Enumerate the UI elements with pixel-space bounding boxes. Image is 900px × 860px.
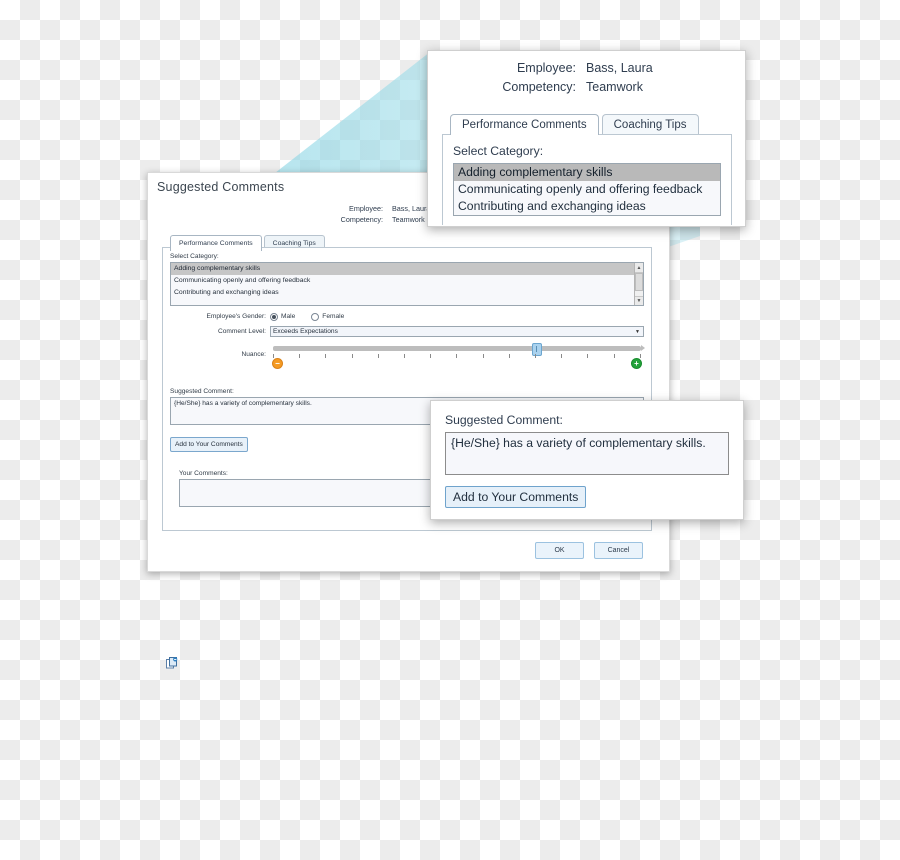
category-listbox[interactable]: Adding complementary skills Communicatin… xyxy=(453,163,721,216)
scroll-up-icon[interactable]: ▲ xyxy=(635,263,643,273)
comment-level-value: Exceeds Expectations xyxy=(273,328,338,335)
dialog-buttons: OK Cancel xyxy=(535,542,643,559)
minus-circle-icon[interactable]: − xyxy=(272,358,283,369)
tab-performance-comments[interactable]: Performance Comments xyxy=(450,114,599,135)
radio-female-label[interactable]: Female xyxy=(322,313,344,320)
gender-label: Employee's Gender: xyxy=(206,312,266,320)
magnified-category-panel: Employee: Bass, Laura Competency: Teamwo… xyxy=(427,50,746,227)
callout-top-header: Employee: Bass, Laura Competency: Teamwo… xyxy=(428,51,745,97)
suggested-comment-textarea[interactable]: {He/She} has a variety of complementary … xyxy=(445,432,729,475)
radio-female[interactable] xyxy=(311,313,320,321)
comment-level-select[interactable]: Exceeds Expectations ▼ xyxy=(270,326,644,337)
competency-value: Teamwork xyxy=(586,80,643,94)
nuance-slider[interactable]: − + xyxy=(270,343,645,369)
employee-value: Bass, Laura xyxy=(586,61,653,75)
competency-label: Competency: xyxy=(502,80,576,94)
scroll-down-icon[interactable]: ▼ xyxy=(635,296,643,305)
callout-competency-row: Competency: Teamwork xyxy=(428,78,745,97)
callout-employee-row: Employee: Bass, Laura xyxy=(428,59,745,78)
list-item[interactable]: Adding complementary skills xyxy=(454,164,720,181)
comment-level-label: Comment Level: xyxy=(217,328,266,335)
suggested-comment-label: Suggested Comment: xyxy=(445,413,563,427)
tab-coaching-tips[interactable]: Coaching Tips xyxy=(601,114,699,135)
suggested-comment-label: Suggested Comment: xyxy=(170,388,234,395)
list-item[interactable]: Communicating openly and offering feedba… xyxy=(454,181,720,198)
employee-label: Employee: xyxy=(349,204,383,213)
magnified-suggested-comment-panel: Suggested Comment: {He/She} has a variet… xyxy=(430,400,744,520)
page-title: Suggested Comments xyxy=(157,180,285,194)
list-item[interactable]: Contributing and exchanging ideas xyxy=(454,198,720,215)
suggested-comment-value: {He/She} has a variety of complementary … xyxy=(451,436,706,450)
radio-male-label[interactable]: Male xyxy=(281,313,295,320)
tab-performance-comments[interactable]: Performance Comments xyxy=(170,235,262,251)
list-item[interactable]: Adding complementary skills xyxy=(171,263,643,275)
nuance-row: Nuance: − + xyxy=(170,343,645,369)
nuance-label: Nuance: xyxy=(241,350,266,358)
list-item[interactable]: Communicating openly and offering feedba… xyxy=(171,275,643,287)
ok-button[interactable]: OK xyxy=(535,542,584,559)
competency-label: Competency: xyxy=(340,215,383,224)
list-item[interactable]: Contributing and exchanging ideas xyxy=(171,287,643,299)
callout-panel: Select Category: Adding complementary sk… xyxy=(442,134,732,225)
cancel-button[interactable]: Cancel xyxy=(594,542,643,559)
callout-tabstrip: Performance Comments Coaching Tips xyxy=(450,114,702,135)
slider-ticks xyxy=(273,354,641,359)
radio-male[interactable] xyxy=(270,313,278,321)
employee-label: Employee: xyxy=(516,61,576,75)
plus-circle-icon[interactable]: + xyxy=(631,358,642,369)
select-category-label: Select Category: xyxy=(453,144,544,158)
select-category-label: Select Category: xyxy=(170,253,219,260)
slider-track[interactable] xyxy=(273,345,645,351)
chevron-down-icon[interactable]: ▼ xyxy=(635,329,640,335)
listbox-scrollbar[interactable]: ▲ ▼ xyxy=(634,263,643,305)
suggested-comment-value: {He/She} has a variety of complementary … xyxy=(174,400,312,407)
paste-clipboard-icon[interactable] xyxy=(166,657,178,669)
comment-level-row: Comment Level: Exceeds Expectations ▼ xyxy=(170,326,644,337)
scrollbar-thumb[interactable] xyxy=(635,273,643,291)
gender-row: Employee's Gender: Male Female xyxy=(170,312,644,321)
category-listbox[interactable]: Adding complementary skills Communicatin… xyxy=(170,262,644,306)
add-to-your-comments-button[interactable]: Add to Your Comments xyxy=(170,437,248,452)
add-to-your-comments-button[interactable]: Add to Your Comments xyxy=(445,486,587,508)
screenshot-canvas: Suggested Comments Employee: Bass, Laura… xyxy=(0,0,900,860)
